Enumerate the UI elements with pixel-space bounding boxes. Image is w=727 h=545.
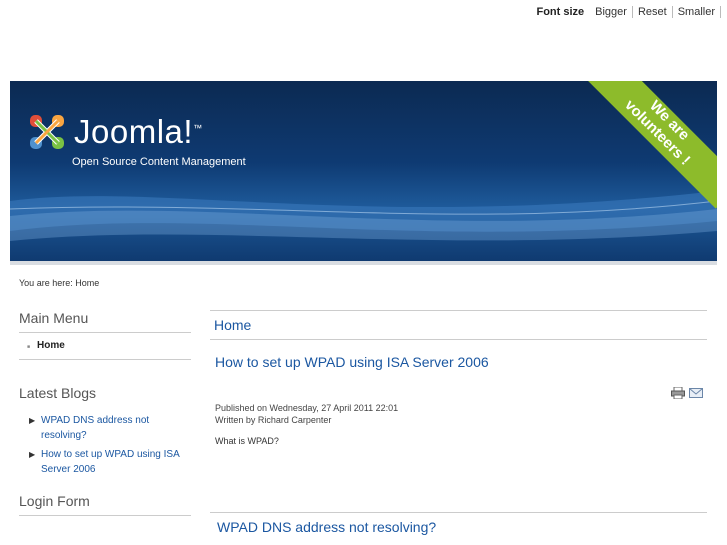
print-icon[interactable] (671, 387, 685, 399)
article-icons (671, 387, 703, 399)
tagline: Open Source Content Management (72, 156, 246, 168)
blog-link-wpad-isa[interactable]: How to set up WPAD using ISA Server 2006 (29, 447, 191, 477)
article-meta: Published on Wednesday, 27 April 2011 22… (215, 402, 707, 426)
article2-title[interactable]: WPAD DNS address not resolving? (210, 512, 707, 535)
article-title[interactable]: How to set up WPAD using ISA Server 2006 (215, 354, 707, 370)
main-content: Home How to set up WPAD using ISA Server… (210, 310, 707, 535)
joomla-logo[interactable]: Joomla!™ (26, 111, 203, 153)
article-author: Written by Richard Carpenter (215, 415, 332, 425)
font-size-controls: Font size Bigger Reset Smaller (536, 6, 721, 18)
header-banner: Joomla!™ Open Source Content Management … (10, 81, 717, 261)
banner-waves (10, 191, 717, 241)
email-icon[interactable] (689, 387, 703, 399)
font-size-label: Font size (536, 6, 585, 18)
login-form-title: Login Form (19, 493, 191, 516)
sidebar: Main Menu Home Latest Blogs WPAD DNS add… (19, 310, 191, 516)
article-body: What is WPAD? (215, 436, 279, 446)
latest-blogs-list: WPAD DNS address not resolving? How to s… (19, 413, 191, 477)
joomla-logo-icon (30, 115, 64, 149)
breadcrumb: You are here: Home (19, 278, 100, 288)
main-menu-title: Main Menu (19, 310, 191, 333)
font-reset-link[interactable]: Reset (633, 6, 673, 18)
latest-blogs-title: Latest Blogs (19, 385, 97, 401)
main-menu: Home (19, 333, 191, 360)
font-smaller-link[interactable]: Smaller (673, 6, 721, 18)
published-date: Published on Wednesday, 27 April 2011 22… (215, 403, 399, 413)
font-bigger-link[interactable]: Bigger (590, 6, 633, 18)
blog-link-wpad-dns[interactable]: WPAD DNS address not resolving? (29, 413, 191, 443)
menu-item-home[interactable]: Home (27, 333, 191, 359)
page-title: Home (210, 310, 707, 340)
banner-divider (10, 261, 717, 265)
logo-text: Joomla!™ (74, 113, 203, 150)
